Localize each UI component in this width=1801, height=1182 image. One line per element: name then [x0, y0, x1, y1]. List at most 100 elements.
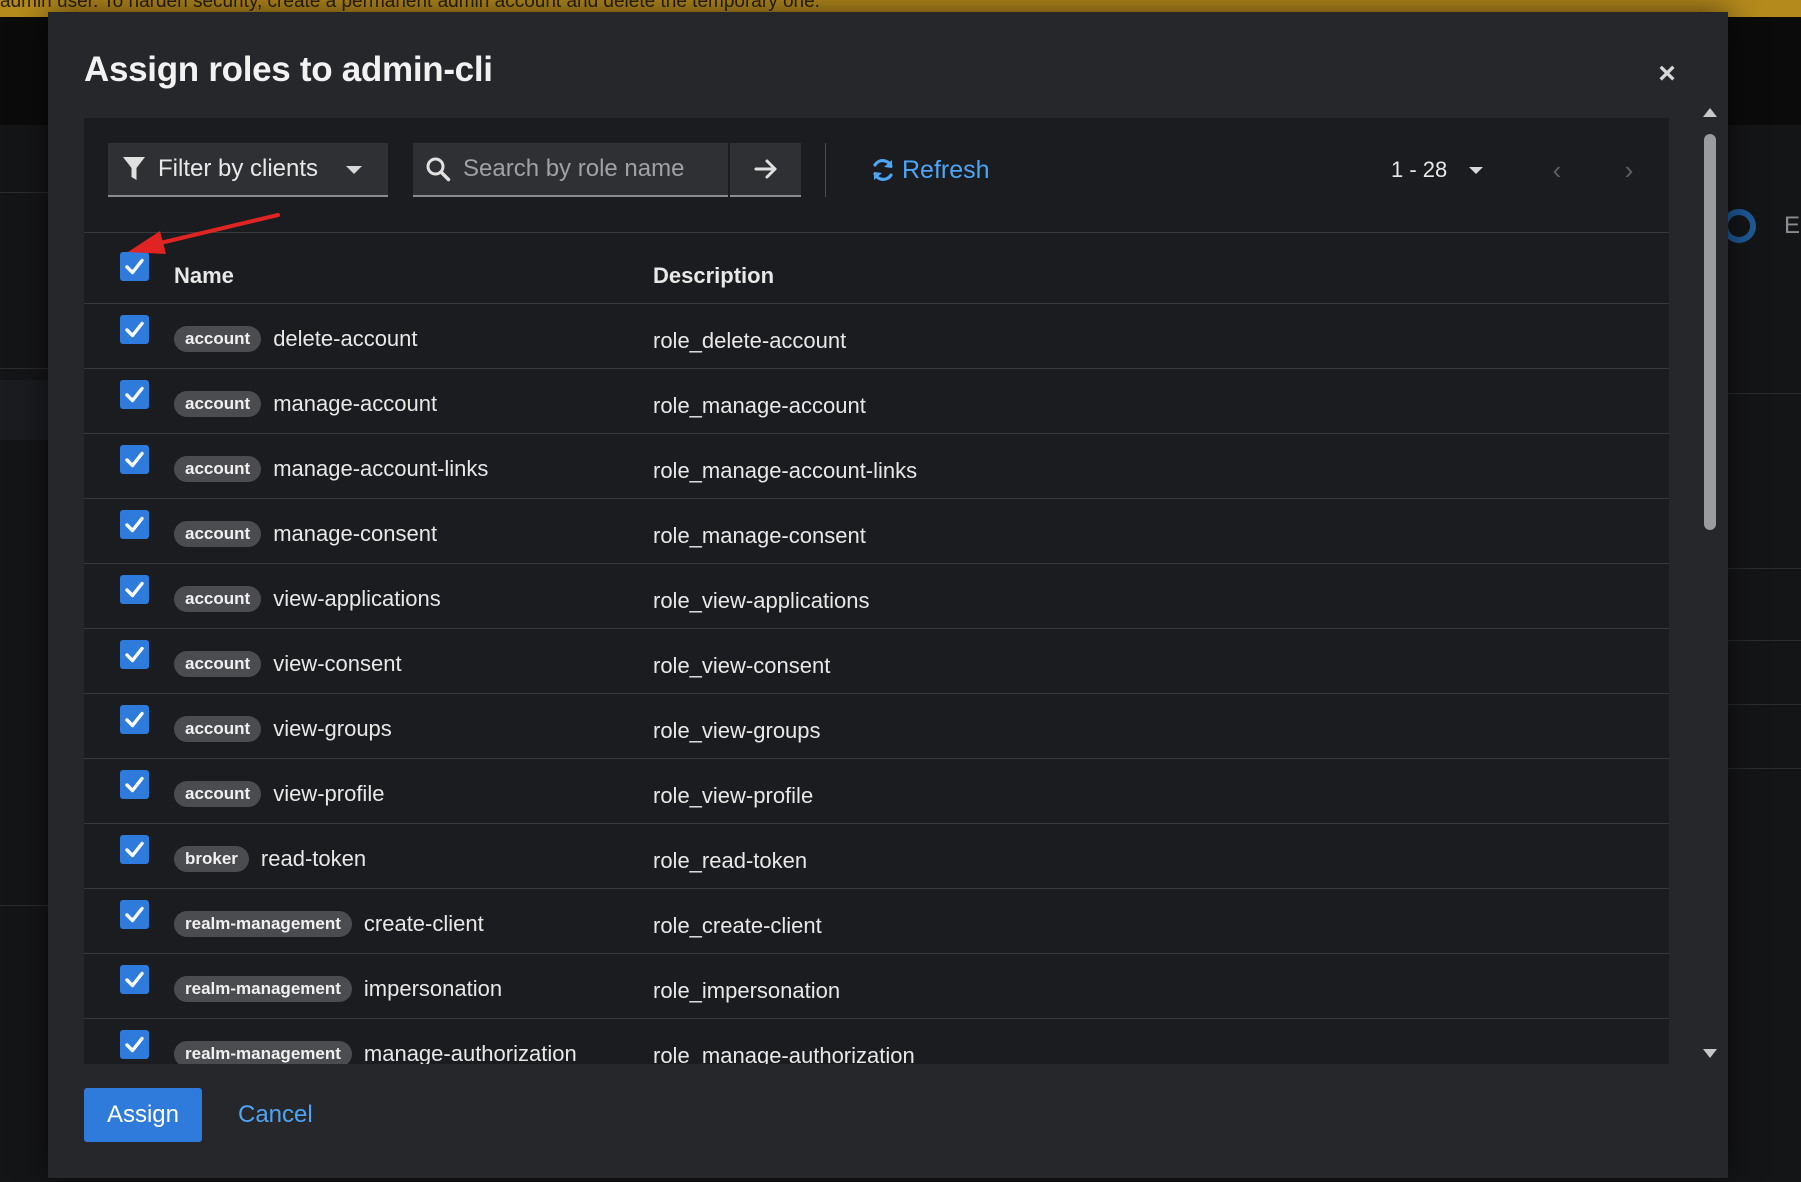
background-divider [0, 192, 48, 193]
check-icon [125, 906, 144, 923]
filter-by-clients-dropdown[interactable]: Filter by clients [108, 143, 388, 197]
row-checkbox[interactable] [120, 510, 149, 539]
check-icon [125, 841, 144, 858]
role-description: role_manage-consent [653, 523, 866, 548]
role-description: role_view-groups [653, 718, 821, 743]
background-divider [1728, 704, 1801, 705]
row-checkbox[interactable] [120, 640, 149, 669]
role-name-cell: account view-consent [174, 651, 402, 677]
background-divider [1728, 640, 1801, 641]
table-row: account manage-account-links role_manage… [84, 434, 1669, 499]
role-name: impersonation [363, 976, 503, 1001]
role-name-cell: broker read-token [174, 846, 366, 872]
check-icon [125, 321, 144, 338]
check-icon [125, 711, 144, 728]
column-header-name[interactable]: Name [174, 263, 234, 289]
role-name: manage-authorization [363, 1041, 577, 1064]
role-description: role_delete-account [653, 328, 847, 353]
background-divider [0, 368, 48, 369]
role-description: role_manage-authorization [653, 1043, 915, 1064]
role-description: role_manage-account-links [653, 458, 918, 483]
row-checkbox[interactable] [120, 965, 149, 994]
role-description: role_impersonation [653, 978, 841, 1003]
next-page-icon[interactable]: › [1614, 154, 1644, 186]
role-name: view-profile [273, 781, 385, 806]
roles-panel: Filter by clients Search by role name Re… [84, 118, 1669, 1064]
client-badge: account [174, 391, 262, 417]
client-badge: broker [174, 846, 249, 872]
refresh-button[interactable]: Refresh [870, 149, 990, 191]
role-name: view-groups [273, 716, 392, 741]
table-row: account manage-account role_manage-accou… [84, 369, 1669, 434]
table-row: account view-profile role_view-profile [84, 759, 1669, 824]
client-badge: account [174, 326, 262, 352]
role-description: role_read-token [653, 848, 808, 873]
search-submit-button[interactable] [730, 143, 801, 197]
close-icon[interactable]: × [1652, 59, 1682, 89]
role-name-cell: account view-profile [174, 781, 384, 807]
row-checkbox[interactable] [120, 705, 149, 734]
client-badge: account [174, 521, 262, 547]
role-name: create-client [363, 911, 484, 936]
search-input[interactable] [463, 155, 723, 183]
table-row: account manage-consent role_manage-conse… [84, 499, 1669, 564]
background-divider [0, 905, 48, 906]
role-name-cell: account view-applications [174, 586, 441, 612]
select-all-checkbox[interactable] [120, 252, 149, 281]
caret-down-icon [346, 166, 362, 174]
row-checkbox[interactable] [120, 575, 149, 604]
row-checkbox[interactable] [120, 770, 149, 799]
client-badge: realm-management [174, 911, 352, 937]
scroll-down-icon[interactable] [1703, 1049, 1717, 1058]
client-badge: account [174, 651, 262, 677]
pagination-range: 1 - 28 [1391, 157, 1448, 182]
role-description: role_view-applications [653, 588, 870, 613]
refresh-label: Refresh [902, 155, 990, 184]
role-name: read-token [260, 846, 367, 871]
table-row: realm-management create-client role_crea… [84, 889, 1669, 954]
client-badge: realm-management [174, 1041, 352, 1064]
role-name: view-applications [273, 586, 441, 611]
row-checkbox[interactable] [120, 835, 149, 864]
check-icon [125, 646, 144, 663]
row-checkbox[interactable] [120, 445, 149, 474]
filter-label: Filter by clients [158, 155, 319, 182]
check-icon [125, 516, 144, 533]
scroll-up-icon[interactable] [1703, 108, 1717, 117]
check-icon [125, 776, 144, 793]
table-row: account view-groups role_view-groups [84, 694, 1669, 759]
table-row: broker read-token role_read-token [84, 824, 1669, 889]
cancel-button[interactable]: Cancel [238, 1101, 313, 1129]
table-row: account view-applications role_view-appl… [84, 564, 1669, 629]
client-badge: realm-management [174, 976, 352, 1002]
check-icon [125, 386, 144, 403]
toolbar: Filter by clients Search by role name Re… [84, 118, 1669, 233]
scrollbar-thumb[interactable] [1704, 134, 1716, 530]
row-checkbox[interactable] [120, 900, 149, 929]
role-name: delete-account [273, 326, 418, 351]
search-field [413, 143, 728, 197]
role-name-cell: account manage-account [174, 391, 437, 417]
row-checkbox[interactable] [120, 1030, 149, 1059]
roles-table: Name Description account delete-account … [84, 233, 1669, 1064]
funnel-icon [123, 157, 145, 180]
row-checkbox[interactable] [120, 380, 149, 409]
arrow-right-icon [754, 159, 776, 179]
client-badge: account [174, 586, 262, 612]
row-checkbox[interactable] [120, 315, 149, 344]
background-partial-text: E [1784, 212, 1801, 239]
assign-roles-modal: Assign roles to admin-cli × Filter by cl… [48, 12, 1728, 1178]
pagination-range-dropdown[interactable]: 1 - 28 [1391, 153, 1484, 187]
table-row: realm-management manage-authorization ro… [84, 1019, 1669, 1064]
client-badge: account [174, 781, 262, 807]
modal-scrollbar[interactable] [1701, 108, 1719, 1058]
background-divider [1728, 768, 1801, 769]
role-description: role_view-profile [653, 783, 814, 808]
role-name-cell: realm-management create-client [174, 911, 484, 937]
role-name-cell: account manage-consent [174, 521, 437, 547]
table-row: account delete-account role_delete-accou… [84, 304, 1669, 369]
assign-button[interactable]: Assign [84, 1088, 202, 1142]
role-name-cell: account manage-account-links [174, 456, 488, 482]
role-name: view-consent [273, 651, 402, 676]
previous-page-icon[interactable]: ‹ [1542, 154, 1572, 186]
